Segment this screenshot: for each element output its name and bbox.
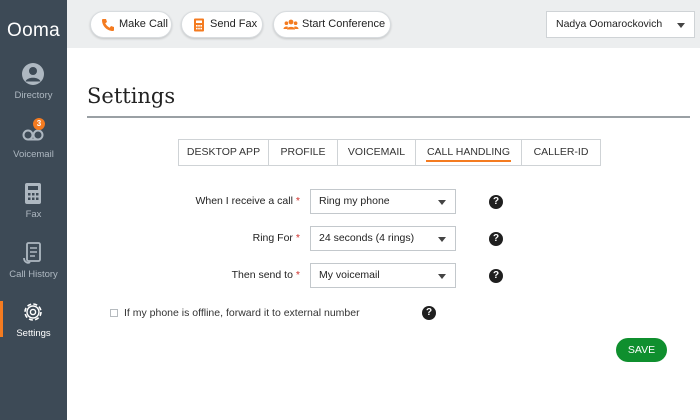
top-bar: Make Call Send Fax Start Conference Nady…	[67, 0, 700, 48]
ooma-logo: Ooma	[7, 20, 60, 41]
sidebar-item-label: Voicemail	[13, 149, 54, 160]
save-button[interactable]: SAVE	[616, 338, 667, 362]
send-fax-label: Send Fax	[210, 18, 258, 30]
receive-call-select[interactable]: Ring my phone	[310, 189, 456, 214]
person-icon	[22, 63, 44, 85]
field-label: Then send to	[231, 269, 293, 281]
help-icon[interactable]: ?	[422, 306, 436, 320]
settings-tabs: DESKTOP APP PROFILE VOICEMAIL CALL HANDL…	[178, 139, 601, 166]
tab-label: CALL HANDLING	[426, 146, 511, 158]
tab-label: VOICEMAIL	[347, 146, 406, 158]
help-icon[interactable]: ?	[489, 195, 503, 209]
ring-for-select[interactable]: 24 seconds (4 rings)	[310, 226, 456, 251]
start-conference-label: Start Conference	[302, 18, 386, 30]
make-call-button[interactable]: Make Call	[90, 11, 172, 38]
offline-forward-label: If my phone is offline, forward it to ex…	[124, 307, 360, 319]
sidebar-item-label: Settings	[16, 328, 51, 339]
then-send-to-value: My voicemail	[319, 269, 380, 281]
chevron-down-icon	[677, 23, 685, 28]
required-marker: *	[295, 195, 300, 207]
sidebar-item-directory[interactable]: Directory	[0, 61, 67, 115]
field-label: Ring For	[252, 232, 293, 244]
phone-icon	[102, 19, 114, 31]
start-conference-button[interactable]: Start Conference	[273, 11, 391, 38]
group-icon	[283, 19, 299, 30]
sidebar-item-settings[interactable]: Settings	[0, 299, 67, 353]
field-label: When I receive a call	[195, 195, 293, 207]
fax-icon	[25, 183, 41, 204]
tab-profile[interactable]: PROFILE	[268, 139, 338, 166]
sidebar: Ooma Directory 3 Voicemail Fax Call Hist…	[0, 0, 67, 420]
ring-for-value: 24 seconds (4 rings)	[319, 232, 415, 244]
tab-desktop-app[interactable]: DESKTOP APP	[178, 139, 269, 166]
required-marker: *	[295, 269, 300, 281]
user-select[interactable]: Nadya Oomarockovich	[546, 11, 695, 38]
sidebar-item-label: Directory	[14, 90, 53, 101]
tab-voicemail[interactable]: VOICEMAIL	[337, 139, 416, 166]
send-fax-button[interactable]: Send Fax	[181, 11, 263, 38]
offline-forward-checkbox[interactable]	[110, 309, 118, 317]
help-icon[interactable]: ?	[489, 269, 503, 283]
required-marker: *	[295, 232, 300, 244]
title-divider	[87, 116, 690, 118]
call-history-icon	[23, 242, 41, 264]
sidebar-item-call-history[interactable]: Call History	[0, 240, 67, 294]
then-send-to-label: Then send to *	[70, 269, 300, 281]
chevron-down-icon	[438, 274, 446, 279]
make-call-label: Make Call	[119, 18, 168, 30]
page-title: Settings	[87, 84, 176, 108]
fax-icon	[194, 18, 204, 32]
tab-label: CALLER-ID	[533, 146, 589, 158]
then-send-to-select[interactable]: My voicemail	[310, 263, 456, 288]
receive-call-label: When I receive a call *	[70, 195, 300, 207]
tab-label: PROFILE	[280, 146, 326, 158]
help-icon[interactable]: ?	[489, 232, 503, 246]
ring-for-label: Ring For *	[70, 232, 300, 244]
tab-caller-id[interactable]: CALLER-ID	[521, 139, 601, 166]
chevron-down-icon	[438, 237, 446, 242]
gear-icon	[24, 303, 42, 321]
sidebar-item-label: Fax	[25, 209, 42, 220]
tab-call-handling[interactable]: CALL HANDLING	[415, 139, 522, 166]
sidebar-item-fax[interactable]: Fax	[0, 180, 67, 234]
sidebar-item-label: Call History	[9, 269, 58, 280]
receive-call-value: Ring my phone	[319, 195, 390, 207]
user-name: Nadya Oomarockovich	[556, 18, 663, 30]
voicemail-count-badge: 3	[33, 118, 45, 130]
sidebar-item-voicemail[interactable]: 3 Voicemail	[0, 118, 67, 174]
chevron-down-icon	[438, 200, 446, 205]
tab-label: DESKTOP APP	[186, 146, 261, 158]
